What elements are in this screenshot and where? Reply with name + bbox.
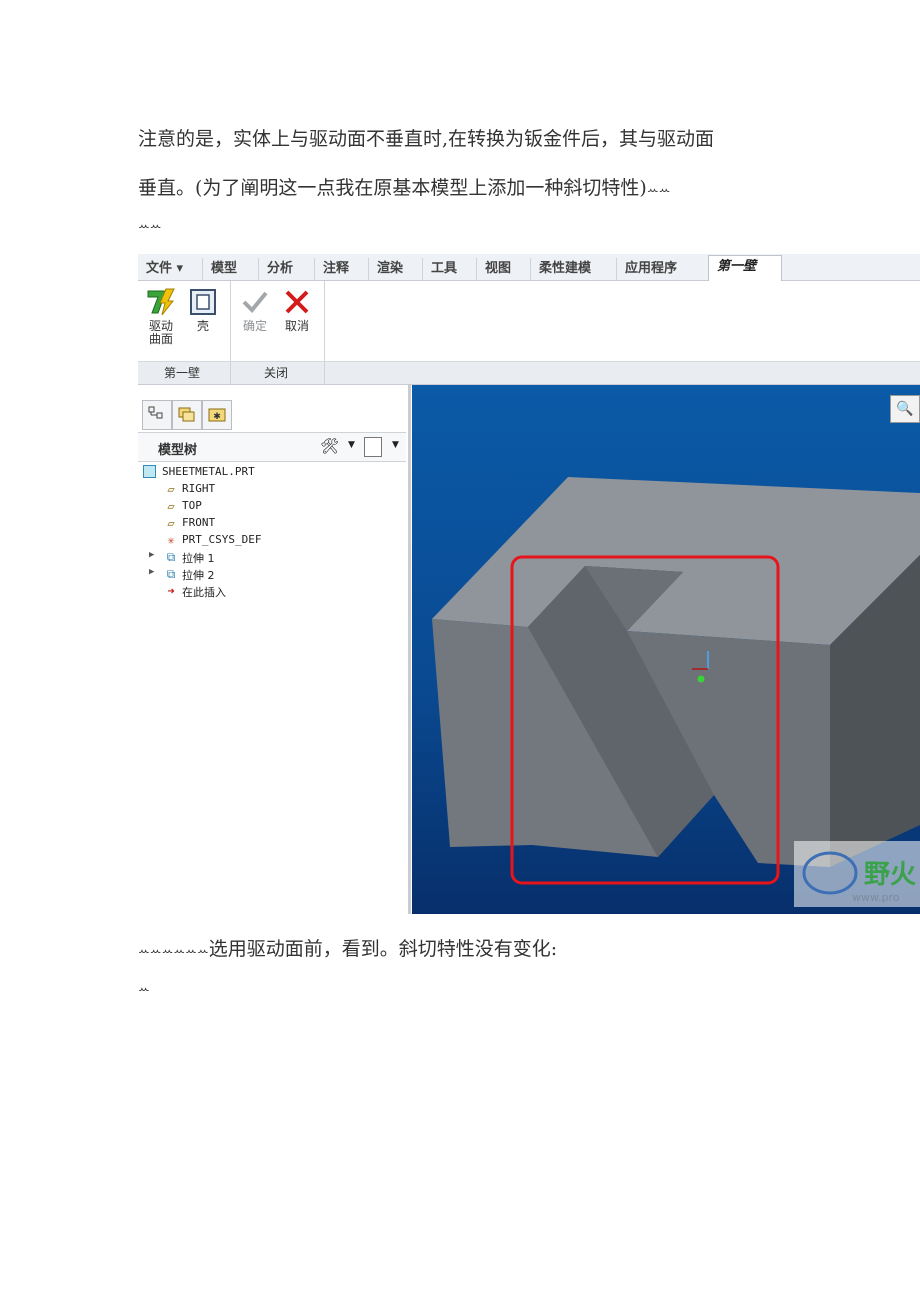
tree-item-label: 在此插入	[182, 586, 226, 599]
favorites-tab-icon[interactable]: ✱	[202, 400, 232, 430]
tab-render[interactable]: 渲染	[368, 258, 411, 280]
svg-text:✱: ✱	[213, 412, 221, 422]
favorite-folder-icon: ✱	[208, 408, 226, 422]
tab-view[interactable]: 视图	[476, 258, 519, 280]
group-divider	[324, 362, 325, 384]
paragraph-2-glyphs: ꕀꕀ	[646, 183, 671, 198]
cad-screenshot: 文件 ▾ 模型 分析 注释 渲染 工具 视图 柔性建模 应用程序 第一壁 驱动 …	[138, 254, 920, 914]
model-tree-tab-icon[interactable]	[142, 400, 172, 430]
checkmark-icon	[242, 291, 268, 313]
paragraph-4-text: 选用驱动面前，看到。斜切特性没有变化:	[208, 938, 558, 960]
drive-surface-label-2: 曲面	[148, 332, 173, 346]
tree-item-label: 拉伸 1	[182, 552, 215, 565]
tree-item-label: TOP	[182, 499, 202, 512]
zoom-icon[interactable]: 🔍	[890, 395, 920, 423]
tab-annotate[interactable]: 注释	[314, 258, 357, 280]
cancel-button[interactable]: 取消	[280, 287, 314, 333]
cancel-label: 取消	[284, 319, 309, 333]
insert-arrow-icon: ➜	[167, 584, 175, 598]
navigator-panel: ✱ 模型树 🛠 ▼ ▼ SHEETMETAL.PRT ▱ RIGHT ▱ TOP…	[138, 385, 411, 914]
block-top-face	[432, 477, 920, 645]
graphics-viewport[interactable]: 野火 www.pro 🔍	[412, 385, 920, 914]
drive-surface-button[interactable]: 驱动 曲面	[144, 287, 178, 346]
watermark-text: 野火	[864, 860, 916, 890]
tree-settings-icon[interactable]: 🛠	[320, 437, 339, 455]
paragraph-2-text: 垂直。(为了阐明这一点我在原基本模型上添加一种斜切特性)	[138, 177, 647, 199]
tree-item-label: 拉伸 2	[182, 569, 215, 582]
ribbon: 驱动 曲面 壳 确定 取消	[138, 281, 920, 362]
tab-first-wall[interactable]: 第一壁	[708, 255, 782, 281]
paragraph-2: 垂直。(为了阐明这一点我在原基本模型上添加一种斜切特性)ꕀꕀ	[138, 173, 670, 200]
paragraph-4-glyphs: ꕀꕀꕀꕀꕀꕀ	[138, 944, 209, 959]
model-render: 野火 www.pro	[432, 477, 920, 907]
extrude-icon: ⧉	[166, 567, 176, 581]
ok-label: 确定	[242, 319, 267, 333]
model-tree-title: 模型树	[158, 443, 198, 458]
model-tree-header: 模型树 🛠 ▼ ▼	[138, 432, 406, 462]
ribbon-tabs: 文件 ▾ 模型 分析 注释 渲染 工具 视图 柔性建模 应用程序 第一壁	[138, 254, 920, 281]
tree-item-label: SHEETMETAL.PRT	[162, 465, 255, 478]
tab-analysis[interactable]: 分析	[258, 258, 301, 280]
datum-plane-icon: ▱	[167, 482, 175, 496]
chevron-down-icon[interactable]: ▼	[348, 440, 355, 450]
tab-file[interactable]: 文件 ▾	[138, 258, 191, 280]
tab-model[interactable]: 模型	[202, 258, 245, 280]
tree-item-label: RIGHT	[182, 482, 216, 495]
paragraph-5-glyph: ꕀ	[138, 982, 150, 997]
group-divider	[230, 362, 231, 384]
axis-y	[697, 675, 705, 683]
ok-button[interactable]: 确定	[238, 287, 272, 333]
show-options-icon[interactable]	[364, 437, 382, 457]
extrude-icon: ⧉	[166, 550, 176, 564]
tab-flexible-modeling[interactable]: 柔性建模	[530, 258, 599, 280]
ribbon-divider	[324, 281, 325, 361]
ribbon-group-bar: 第一壁 关闭	[138, 362, 920, 385]
chevron-down-icon[interactable]: ▼	[392, 440, 399, 450]
part-icon	[143, 465, 156, 478]
watermark-url: www.pro	[852, 891, 900, 904]
tab-tools[interactable]: 工具	[422, 258, 465, 280]
datum-plane-icon: ▱	[167, 499, 175, 513]
shell-button[interactable]: 壳	[188, 287, 218, 333]
paragraph-3-glyphs: ꕀꕀ	[138, 219, 162, 234]
tree-glyph-icon	[148, 406, 163, 419]
coordinate-system-icon: ✳	[167, 533, 175, 547]
folder-browser-tab-icon[interactable]	[172, 400, 202, 430]
folders-icon	[178, 407, 195, 422]
tree-item-label: FRONT	[182, 516, 216, 529]
paragraph-1: 注意的是，实体上与驱动面不垂直时,在转换为钣金件后，其与驱动面	[138, 128, 715, 150]
group-label-first-wall: 第一壁	[164, 366, 201, 380]
tab-applications[interactable]: 应用程序	[616, 258, 685, 280]
paragraph-4: ꕀꕀꕀꕀꕀꕀ选用驱动面前，看到。斜切特性没有变化:	[138, 934, 557, 961]
expand-arrow-icon[interactable]: ▶	[149, 567, 154, 577]
close-icon	[285, 290, 309, 314]
ribbon-divider	[230, 281, 231, 361]
drive-surface-icon	[147, 288, 175, 316]
datum-plane-icon: ▱	[167, 516, 175, 530]
shell-label: 壳	[196, 319, 209, 333]
shell-icon	[190, 289, 216, 315]
expand-arrow-icon[interactable]: ▶	[149, 550, 154, 560]
tree-item-label: PRT_CSYS_DEF	[182, 533, 262, 546]
group-label-close: 关闭	[264, 366, 289, 380]
